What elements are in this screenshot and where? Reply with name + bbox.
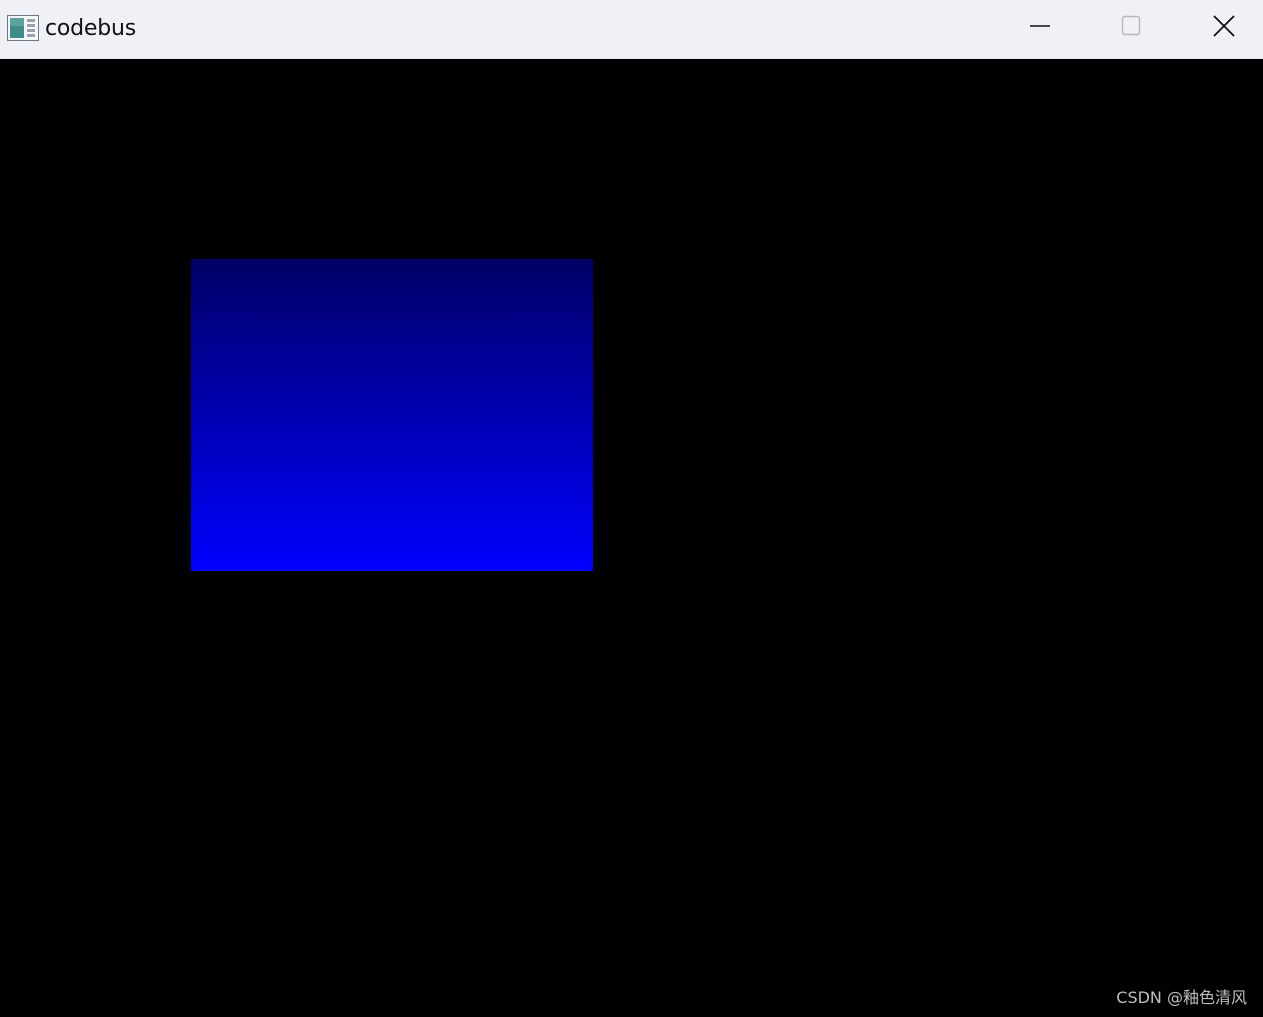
app-window: codebus CSDN @釉色清风	[0, 0, 1263, 1017]
maximize-button[interactable]	[1085, 0, 1177, 56]
watermark-text: CSDN @釉色清风	[1116, 988, 1247, 1007]
app-window-icon	[7, 15, 39, 41]
close-icon	[1212, 14, 1236, 42]
gradient-rectangle	[191, 259, 593, 571]
minimize-button[interactable]	[994, 0, 1086, 56]
window-title: codebus	[45, 16, 137, 41]
minimize-icon	[1029, 15, 1051, 41]
maximize-icon	[1120, 15, 1142, 41]
title-bar[interactable]: codebus	[0, 0, 1263, 59]
close-button[interactable]	[1178, 0, 1263, 56]
render-canvas[interactable]	[0, 59, 1263, 1017]
